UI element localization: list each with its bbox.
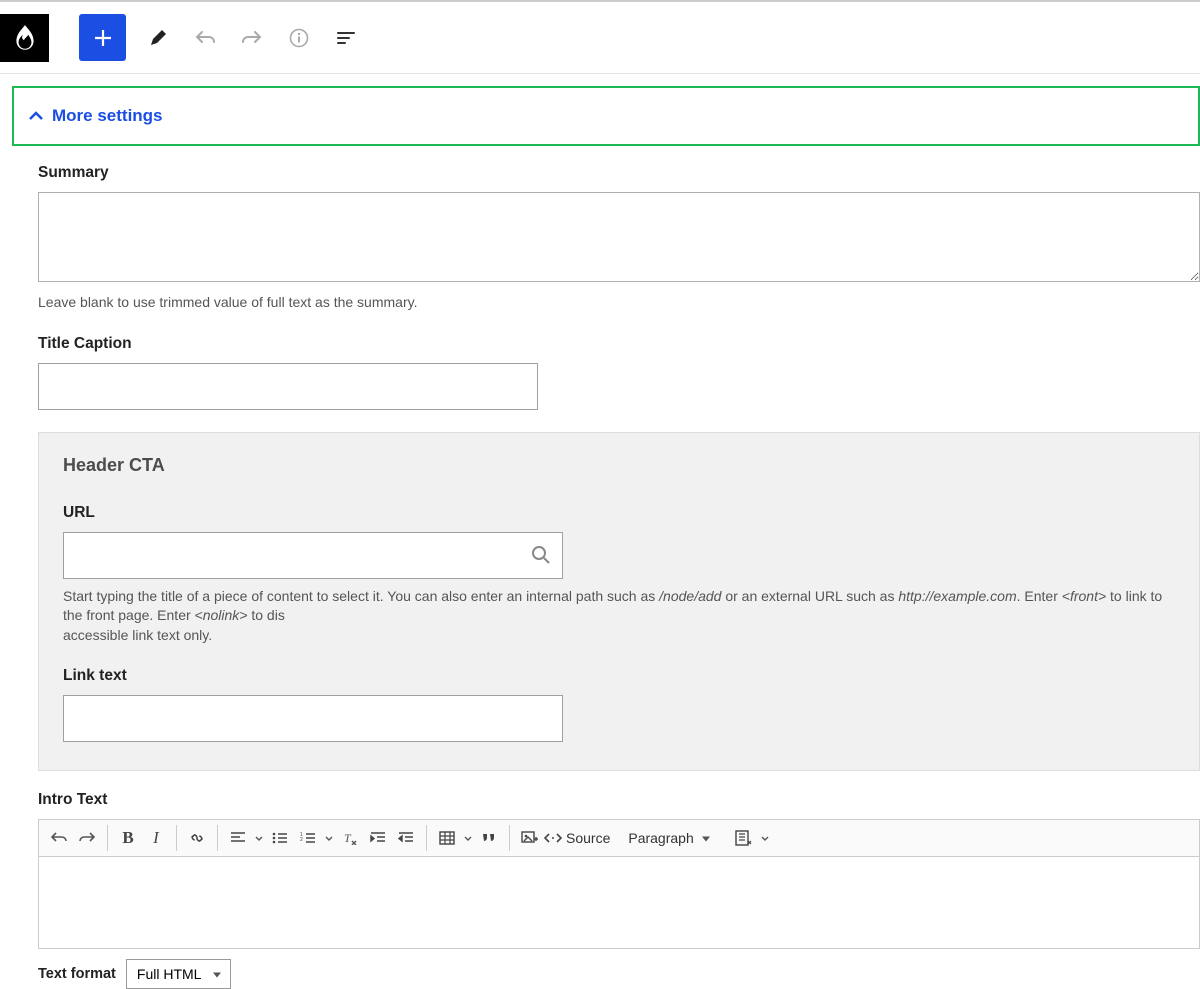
summary-help: Leave blank to use trimmed value of full…: [38, 293, 1200, 313]
outdent-button[interactable]: [392, 824, 420, 852]
indent-button[interactable]: [364, 824, 392, 852]
main-toolbar: [0, 2, 1200, 74]
bullet-list-button[interactable]: [266, 824, 294, 852]
undo-button[interactable]: [181, 14, 228, 61]
summary-label: Summary: [38, 164, 1200, 182]
drupal-logo[interactable]: [0, 14, 49, 62]
numbered-list-button[interactable]: 12: [294, 824, 322, 852]
link-text-input[interactable]: [63, 695, 563, 742]
paragraph-select[interactable]: Paragraph: [622, 826, 716, 850]
clear-format-button[interactable]: T: [336, 824, 364, 852]
header-cta-title: Header CTA: [63, 455, 1175, 476]
svg-text:T: T: [344, 831, 352, 845]
chevron-up-icon: [28, 111, 44, 121]
blockquote-button[interactable]: [475, 824, 503, 852]
source-button[interactable]: Source: [544, 824, 610, 852]
more-settings-toggle[interactable]: More settings: [28, 106, 1184, 126]
title-caption-input[interactable]: [38, 363, 538, 410]
redo-button[interactable]: [228, 14, 275, 61]
editor-toolbar: B I 12 T Source Para: [38, 819, 1200, 857]
link-text-label: Link text: [63, 667, 1175, 685]
link-button[interactable]: [183, 824, 211, 852]
info-button[interactable]: [275, 14, 322, 61]
list-dropdown-icon[interactable]: [322, 824, 336, 852]
svg-text:2: 2: [300, 837, 303, 843]
url-input[interactable]: [63, 532, 563, 579]
url-help: Start typing the title of a piece of con…: [63, 587, 1175, 646]
header-cta-group: Header CTA URL Start typing the title of…: [38, 432, 1200, 772]
menu-button[interactable]: [322, 14, 369, 61]
table-button[interactable]: [433, 824, 461, 852]
summary-input[interactable]: [38, 192, 1200, 282]
editor-redo-button[interactable]: [73, 824, 101, 852]
intro-text-editor[interactable]: [38, 857, 1200, 949]
url-label: URL: [63, 504, 1175, 522]
title-caption-label: Title Caption: [38, 335, 1200, 353]
bold-button[interactable]: B: [114, 824, 142, 852]
align-button[interactable]: [224, 824, 252, 852]
intro-text-label: Intro Text: [38, 791, 1200, 809]
editor-undo-button[interactable]: [45, 824, 73, 852]
italic-button[interactable]: I: [142, 824, 170, 852]
text-format-select[interactable]: Full HTML: [126, 959, 231, 989]
more-settings-label: More settings: [52, 106, 163, 126]
table-dropdown-icon[interactable]: [461, 824, 475, 852]
align-dropdown-icon[interactable]: [252, 824, 266, 852]
add-button[interactable]: [79, 14, 126, 61]
show-blocks-dropdown-icon[interactable]: [758, 824, 772, 852]
media-button[interactable]: [516, 824, 544, 852]
source-label: Source: [566, 830, 610, 846]
text-format-label: Text format: [38, 966, 116, 982]
edit-button[interactable]: [134, 14, 181, 61]
show-blocks-button[interactable]: [730, 824, 758, 852]
more-settings-panel[interactable]: More settings: [12, 86, 1200, 146]
